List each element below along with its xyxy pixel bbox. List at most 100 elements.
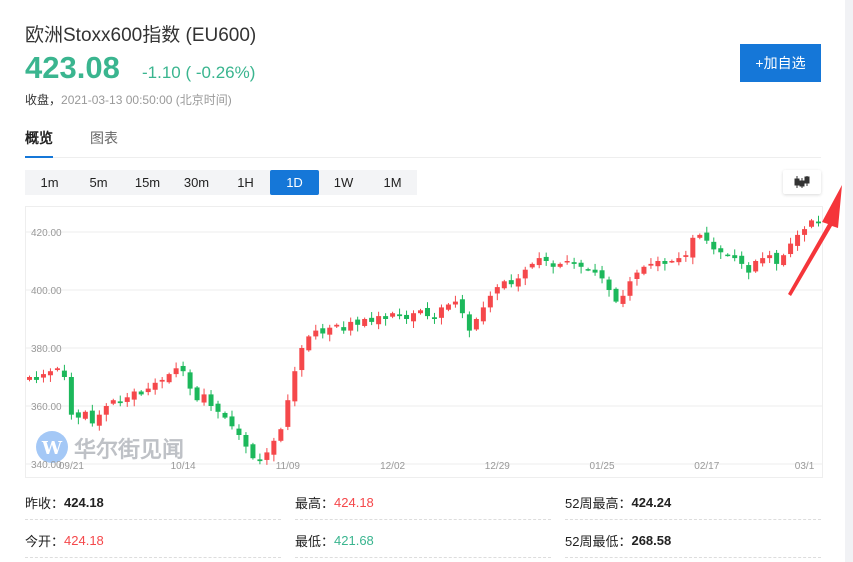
period-selector: 1m 5m 15m 30m 1H 1D 1W 1M (25, 170, 417, 195)
candle (522, 266, 528, 286)
candle (494, 284, 500, 301)
period-1mo[interactable]: 1M (368, 170, 417, 195)
period-1d[interactable]: 1D (270, 170, 319, 195)
period-1h[interactable]: 1H (221, 170, 270, 195)
period-30m[interactable]: 30m (172, 170, 221, 195)
candle-body (257, 459, 263, 462)
candle (152, 378, 158, 395)
tab-overview[interactable]: 概览 (25, 128, 53, 158)
period-1w[interactable]: 1W (319, 170, 368, 195)
period-15m[interactable]: 15m (123, 170, 172, 195)
candle-body (438, 307, 444, 318)
candle (250, 442, 256, 460)
candle (138, 390, 144, 396)
candle (571, 257, 577, 269)
candle-body (110, 400, 116, 404)
candle-body (515, 278, 521, 287)
candle-body (718, 248, 724, 253)
candle-body (459, 299, 465, 314)
candle-body (327, 327, 333, 335)
market-status: 收盘，2021-03-13 00:50:00 (北京时间) (25, 91, 232, 108)
candle (180, 361, 186, 377)
candle-body (480, 307, 486, 322)
candle (33, 371, 39, 384)
candle (739, 251, 745, 269)
candle-body (739, 255, 745, 264)
candle-body (173, 368, 179, 375)
candle-body (501, 281, 507, 289)
stat-open: 今开： 424.18 (25, 524, 281, 558)
candle (201, 388, 207, 406)
candle-body (536, 258, 542, 266)
candle (40, 369, 46, 383)
candlestick-chart: W 华尔街见闻 420.00 400.00 380.00 360.00 340.0009… (26, 215, 822, 472)
candle-body (285, 400, 291, 427)
candle-body (634, 272, 640, 279)
x-tick-label: 12/02 (380, 461, 405, 472)
candle (760, 252, 766, 267)
price-chart[interactable]: W 华尔街见闻 420.00 400.00 380.00 360.00 340.00 09… (25, 206, 823, 478)
candle (96, 410, 102, 431)
candle (774, 249, 780, 271)
candle (550, 260, 556, 274)
candle-body (411, 313, 417, 322)
stat-label: 今开： (25, 534, 65, 549)
candle (557, 262, 563, 269)
period-5m[interactable]: 5m (74, 170, 123, 195)
candle (215, 400, 221, 419)
candle-body (369, 317, 375, 322)
svg-text:W: W (41, 438, 63, 459)
candle (662, 258, 668, 271)
candle-body (250, 444, 256, 459)
candle-body (54, 368, 60, 371)
candle-body (180, 365, 186, 372)
candle-body (194, 387, 200, 401)
candle-body (89, 410, 95, 424)
candle-body (376, 316, 382, 325)
candle (501, 279, 507, 290)
candle (236, 424, 242, 440)
y-tick-label: 340.00 (31, 460, 62, 471)
candle-body (418, 310, 424, 314)
candle (26, 375, 32, 382)
annotation-arrow-icon (788, 185, 842, 296)
page-scrollbar[interactable] (845, 0, 853, 562)
x-tick-label: 10/14 (171, 461, 196, 472)
candle-body (557, 263, 563, 267)
candle-body (760, 258, 766, 264)
candle-body (124, 397, 130, 402)
candle-body (299, 348, 305, 371)
candle-body (578, 262, 584, 267)
tab-chart[interactable]: 图表 (90, 128, 118, 158)
add-watchlist-button[interactable]: +加自选 (740, 44, 821, 82)
candle-body (334, 324, 340, 327)
period-1m[interactable]: 1m (25, 170, 74, 195)
candle-body (690, 237, 696, 258)
stat-prev-close: 昨收： 424.18 (25, 486, 281, 520)
candle-body (152, 382, 158, 390)
candle-body (711, 241, 717, 250)
candle (334, 323, 340, 328)
candle-body (592, 269, 598, 273)
stat-value: 424.24 (631, 495, 672, 510)
candle-body (648, 263, 654, 266)
candle-body (404, 314, 410, 319)
candle (732, 249, 738, 262)
price-change: -1.10 ( -0.26%) (142, 63, 256, 82)
candle-body (397, 314, 403, 317)
stat-label: 52周最高： (565, 496, 632, 511)
candle (390, 311, 396, 319)
y-tick-label: 420.00 (31, 228, 62, 239)
candle-body (75, 412, 81, 418)
candle-body (103, 406, 109, 415)
watermark: W 华尔街见闻 (36, 431, 184, 463)
x-tick-label: 03/1 (795, 461, 815, 472)
candle (424, 302, 430, 320)
status-label: 收盘， (25, 93, 62, 107)
candle-body (627, 281, 633, 296)
stat-label: 最高： (295, 496, 335, 511)
stat-label: 昨收： (25, 496, 65, 511)
x-tick-label: 11/09 (276, 461, 301, 472)
candle-body (47, 371, 53, 376)
candle (452, 295, 458, 308)
